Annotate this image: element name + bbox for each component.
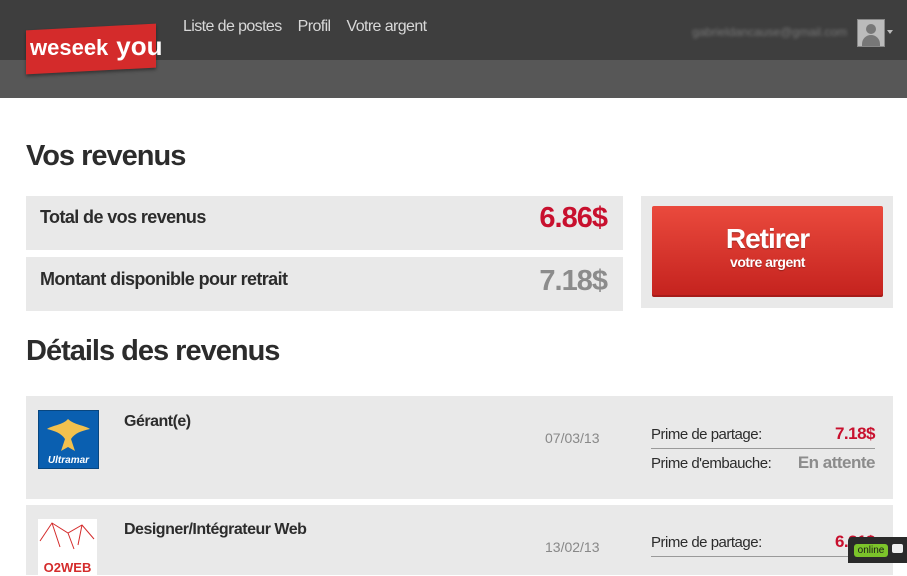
withdraw-panel: Retirer votre argent <box>641 196 893 308</box>
revenue-detail-row: O2WEB Designer/Intégrateur Web 13/02/13 … <box>26 505 893 576</box>
share-bonus-label: Prime de partage: <box>651 426 762 443</box>
chat-widget[interactable]: online <box>848 537 907 563</box>
available-amount-label: Montant disponible pour retrait <box>40 269 288 289</box>
share-bonus-label: Prime de partage: <box>651 534 762 551</box>
total-revenue-value: 6.86$ <box>539 202 608 234</box>
ultramar-logo[interactable]: Ultramar <box>38 410 99 469</box>
share-bonus-row: Prime de partage: 7.18$ <box>651 422 876 449</box>
hire-bonus-row: Prime d'embauche: En attente <box>651 451 876 477</box>
revenue-detail-row: Ultramar Gérant(e) 07/03/13 Prime de par… <box>26 396 893 499</box>
weseekyou-logo[interactable]: weseek you <box>26 23 163 75</box>
page-title: Vos revenus <box>26 140 186 172</box>
share-bonus-row: Prime de partage: 6.31$ <box>651 530 876 557</box>
o2web-logo[interactable]: O2WEB <box>38 519 97 576</box>
withdraw-button[interactable]: Retirer votre argent <box>652 206 883 297</box>
logo-text: weseek you <box>30 31 163 63</box>
job-title[interactable]: Designer/Intégrateur Web <box>124 521 307 539</box>
hire-bonus-value: En attente <box>797 453 876 472</box>
job-date: 13/02/13 <box>545 539 600 555</box>
withdraw-button-main: Retirer <box>725 223 810 254</box>
user-avatar[interactable] <box>857 19 885 47</box>
online-status-badge: online <box>854 544 888 557</box>
logo-weseek: weseek <box>30 35 109 60</box>
nav-votre-argent[interactable]: Votre argent <box>347 18 428 36</box>
withdraw-button-sub: votre argent <box>730 254 805 270</box>
o2web-graphic-icon <box>39 522 95 550</box>
avatar-head <box>866 24 876 34</box>
logo-you: you <box>116 31 163 61</box>
nav-liste-de-postes[interactable]: Liste de postes <box>183 18 282 36</box>
job-title[interactable]: Gérant(e) <box>124 413 191 431</box>
chat-bubble-icon <box>892 544 903 553</box>
details-heading: Détails des revenus <box>26 335 280 367</box>
hire-bonus-label: Prime d'embauche: <box>651 455 772 472</box>
o2web-logo-text: O2WEB <box>43 560 92 575</box>
available-amount-value: 7.18$ <box>539 265 608 297</box>
nav-profil[interactable]: Profil <box>298 18 331 36</box>
job-date: 07/03/13 <box>545 430 600 446</box>
share-bonus-value: 7.18$ <box>834 424 876 443</box>
main-nav: Liste de postes Profil Votre argent <box>183 18 428 36</box>
avatar-shoulders <box>862 35 880 46</box>
ultramar-logo-text: Ultramar <box>47 455 90 466</box>
chevron-down-icon[interactable] <box>887 30 893 34</box>
available-amount-panel: Montant disponible pour retrait 7.18$ <box>26 257 623 311</box>
user-email[interactable]: gabrieldancause@gmail.com <box>692 25 847 39</box>
total-revenue-panel: Total de vos revenus 6.86$ <box>26 196 623 250</box>
total-revenue-label: Total de vos revenus <box>40 207 206 227</box>
